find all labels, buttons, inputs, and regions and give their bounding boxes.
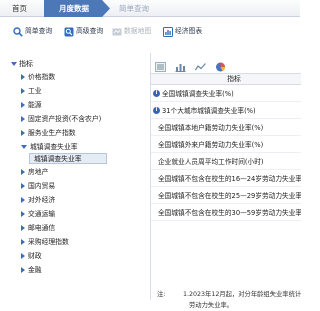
tree-child-urban-unemployment-selected[interactable]: 城镇调查失业率 (29, 153, 107, 164)
tree-item-finance-public[interactable]: 财政 (21, 250, 42, 262)
tree-item-label: 对外经济 (28, 196, 56, 204)
map-icon (112, 26, 122, 36)
tree-item-post-telecom[interactable]: 邮电通信 (21, 222, 55, 234)
indicator-row[interactable]: 全国城镇不包含在校生的30—59岁劳动力失业率( (151, 205, 301, 221)
economic-chart-button[interactable]: 经济图表 (163, 22, 202, 40)
table-view-icon[interactable] (155, 57, 166, 72)
indicator-name: 全国城镇外来户籍劳动力失业率(%) (158, 140, 264, 149)
indicator-name: 全国城镇本地户籍劳动力失业率(%) (158, 123, 264, 132)
collapse-right-icon (21, 130, 25, 136)
indicator-row[interactable]: 全国城镇不包含在校生的25—29岁劳动力失业率( (151, 188, 301, 204)
indicator-name: 企业就业人员周平均工作时间(小时) (158, 157, 264, 166)
tree-item-price-index[interactable]: 价格指数 (21, 71, 55, 83)
collapse-right-icon (21, 88, 25, 94)
collapse-right-icon (21, 116, 25, 122)
collapse-right-icon (21, 225, 25, 231)
expand-down-icon (21, 145, 27, 149)
indicator-name: 全国城镇调查失业率(%) (162, 89, 234, 98)
indicator-name: 31个大城市城镇调查失业率(%) (162, 106, 256, 115)
tree-item-label: 工业 (28, 87, 42, 95)
tree-item-finance[interactable]: 金融 (21, 264, 42, 276)
tab-monthly-data[interactable]: 月度数据 (44, 0, 110, 17)
collapse-right-icon (21, 102, 25, 108)
tree-item-label: 价格指数 (28, 73, 56, 81)
tree-item-pmi[interactable]: 采购经理指数 (21, 236, 69, 248)
data-map-label: 数据地图 (124, 27, 152, 35)
indicator-row[interactable]: 企业就业人员周平均工作时间(小时) (151, 154, 301, 170)
tree-item-foreign-economy[interactable]: 对外经济 (21, 194, 55, 206)
tree-item-urban-unemployment[interactable]: 城镇调查失业率 (21, 141, 78, 153)
collapse-right-icon (21, 211, 25, 217)
tree-item-label: 城镇调查失业率 (30, 143, 78, 151)
simple-query-button[interactable]: 简单查询 (13, 22, 52, 40)
tree-item-label: 房地产 (28, 168, 49, 176)
collapse-right-icon (21, 74, 25, 80)
indicator-name: 全国城镇不包含在校生的16—24岁劳动力失业率( (158, 174, 301, 183)
indicator-row[interactable]: i 全国城镇调查失业率(%) (151, 86, 301, 102)
economic-chart-label: 经济图表 (175, 27, 203, 35)
tree-item-transport[interactable]: 交通运输 (21, 208, 55, 220)
indicator-row[interactable]: 全国城镇外来户籍劳动力失业率(%) (151, 137, 301, 153)
search-icon (13, 26, 23, 37)
data-map-button[interactable]: 数据地图 (112, 22, 151, 40)
collapse-right-icon (21, 253, 25, 259)
header-indicator: 指标 (227, 75, 241, 83)
toolbar: 简单查询 高级查询 数据地图 经济图表 (0, 22, 300, 40)
advanced-search-icon (64, 26, 74, 37)
tree-item-label: 财政 (28, 252, 42, 260)
chart-icon (163, 26, 173, 37)
indicator-row[interactable]: 全国城镇本地户籍劳动力失业率(%) (151, 120, 301, 136)
tab-home[interactable]: 首页 (0, 0, 44, 17)
tree-root[interactable]: 指标 (11, 59, 33, 69)
view-switcher (155, 56, 225, 72)
indicator-tree: 指标 价格指数 工业 能源 固定资产投资(不含农户) 服务业生产指数 城镇调查失… (0, 53, 150, 300)
tree-item-label: 采购经理指数 (28, 238, 69, 246)
advanced-query-label: 高级查询 (76, 27, 104, 35)
collapse-right-icon (21, 183, 25, 189)
footnote-label: 注: (157, 291, 166, 298)
tree-item-fixed-asset-investment[interactable]: 固定资产投资(不含农户) (21, 113, 101, 125)
collapse-right-icon (21, 169, 25, 175)
expand-down-icon (11, 62, 17, 66)
top-nav: 首页 月度数据 简单查询 (0, 0, 300, 17)
indicator-row[interactable]: i 31个大城市城镇调查失业率(%) (151, 103, 301, 119)
footnote-line-1: 1.2023年12月起，对分年龄组失业率统计 (183, 291, 302, 298)
collapse-right-icon (21, 267, 25, 273)
tree-item-industry[interactable]: 工业 (21, 85, 42, 97)
tree-item-label: 邮电通信 (28, 224, 56, 232)
advanced-query-button[interactable]: 高级查询 (64, 22, 103, 40)
simple-query-label: 简单查询 (25, 27, 53, 35)
indicator-name: 全国城镇不包含在校生的25—29岁劳动力失业率( (158, 191, 301, 200)
footnote-line-2: 劳动力失业率。 (189, 302, 234, 309)
tree-item-real-estate[interactable]: 房地产 (21, 166, 48, 178)
indicator-row[interactable]: 全国城镇不包含在校生的16—24岁劳动力失业率( (151, 171, 301, 187)
collapse-right-icon (21, 239, 25, 245)
indicator-name: 全国城镇不包含在校生的30—59岁劳动力失业率( (158, 208, 301, 217)
tree-item-label: 交通运输 (28, 210, 56, 218)
tab-quick-query[interactable]: 简单查询 (114, 0, 174, 17)
table-header: 指标 (151, 73, 301, 85)
tree-item-label: 固定资产投资(不含农户) (28, 115, 102, 123)
tree-item-label: 金融 (28, 266, 42, 274)
tree-item-service-production-index[interactable]: 服务业生产指数 (21, 127, 76, 139)
line-chart-icon[interactable] (194, 57, 206, 71)
indicator-panel: 指标 i 全国城镇调查失业率(%) i 31个大城市城镇调查失业率(%) 全国城… (150, 53, 302, 309)
tree-item-domestic-trade[interactable]: 国内贸易 (21, 180, 55, 192)
bar-chart-icon[interactable] (175, 57, 186, 72)
tree-item-energy[interactable]: 能源 (21, 99, 42, 111)
collapse-right-icon (21, 197, 25, 203)
tree-root-label: 指标 (19, 60, 33, 68)
tree-item-label: 服务业生产指数 (28, 129, 76, 137)
tree-item-label: 国内贸易 (28, 182, 56, 190)
pie-chart-icon[interactable] (215, 57, 225, 72)
tree-item-label: 能源 (28, 101, 42, 109)
